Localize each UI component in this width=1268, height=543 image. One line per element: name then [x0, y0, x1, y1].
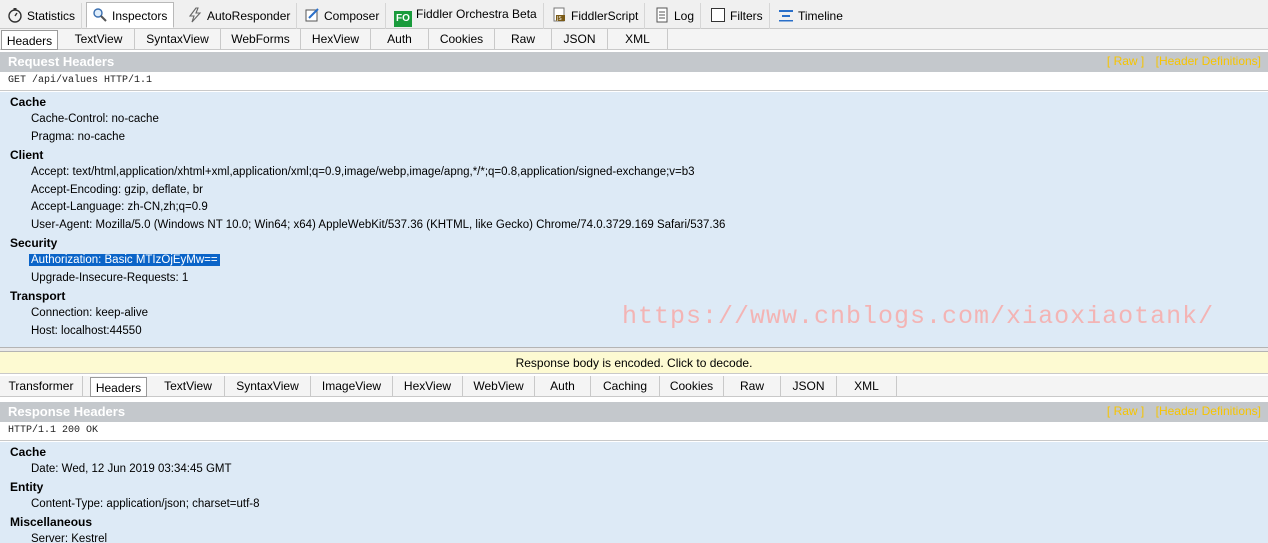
tab-filters-label: Filters [730, 9, 763, 23]
tab-fiddler-orchestra[interactable]: FO Fiddler Orchestra Beta [389, 3, 544, 29]
response-tab-caching[interactable]: Caching [591, 376, 660, 397]
tab-timeline-label: Timeline [798, 9, 843, 23]
header-item[interactable]: Accept-Encoding: gzip, deflate, br [31, 184, 203, 196]
header-item[interactable]: Host: localhost:44550 [31, 325, 142, 337]
response-tab-transformer[interactable]: Transformer [0, 376, 83, 397]
group-cache[interactable]: Cache [10, 445, 46, 459]
response-raw-link[interactable]: [ Raw ] [1107, 404, 1144, 418]
request-raw-link[interactable]: [ Raw ] [1107, 54, 1144, 68]
tab-statistics[interactable]: Statistics [2, 3, 83, 29]
svg-text:JS: JS [556, 16, 562, 22]
header-item[interactable]: Date: Wed, 12 Jun 2019 03:34:45 GMT [31, 463, 232, 475]
request-tab-raw[interactable]: Raw [495, 29, 552, 50]
tab-composer[interactable]: Composer [299, 3, 387, 29]
request-tab-bar: Headers TextView SyntaxView WebForms Hex… [0, 29, 1268, 50]
request-tab-textview[interactable]: TextView [63, 29, 135, 50]
response-tab-textview[interactable]: TextView [152, 376, 225, 397]
response-tab-headers[interactable]: Headers [90, 377, 147, 397]
request-tab-syntaxview[interactable]: SyntaxView [135, 29, 221, 50]
tab-composer-label: Composer [324, 9, 380, 23]
header-item[interactable]: Connection: keep-alive [31, 307, 148, 319]
tab-statistics-label: Statistics [27, 9, 76, 23]
request-tab-xml[interactable]: XML [608, 29, 668, 50]
response-tab-cookies[interactable]: Cookies [660, 376, 724, 397]
group-cache[interactable]: Cache [10, 95, 46, 109]
header-item[interactable]: User-Agent: Mozilla/5.0 (Windows NT 10.0… [31, 219, 725, 231]
request-headers-title-bar: Request Headers [ Raw ] [Header Definiti… [0, 52, 1268, 72]
header-item[interactable]: Server: Kestrel [31, 533, 107, 543]
response-tab-bar: Transformer Headers TextView SyntaxView … [0, 376, 1268, 397]
tab-log[interactable]: Log [649, 3, 702, 29]
group-transport[interactable]: Transport [10, 289, 65, 303]
header-item[interactable]: Content-Type: application/json; charset=… [31, 498, 260, 510]
response-headers-title: Response Headers [8, 404, 126, 419]
watermark-text: https://www.cnblogs.com/xiaoxiaotank/ [622, 302, 1215, 331]
request-tab-cookies[interactable]: Cookies [429, 29, 495, 50]
group-miscellaneous[interactable]: Miscellaneous [10, 515, 92, 529]
response-tab-webview[interactable]: WebView [463, 376, 535, 397]
tab-fiddlerscript[interactable]: JS FiddlerScript [546, 3, 646, 29]
tab-inspectors[interactable]: Inspectors [86, 2, 175, 28]
request-status-line: GET /api/values HTTP/1.1 [0, 72, 1268, 91]
request-headers-title: Request Headers [8, 54, 115, 69]
response-header-tree: Cache Date: Wed, 12 Jun 2019 03:34:45 GM… [0, 442, 1268, 543]
checkbox-icon [710, 7, 726, 23]
response-tab-hexview[interactable]: HexView [393, 376, 463, 397]
tab-filters[interactable]: Filters [705, 3, 770, 29]
group-entity[interactable]: Entity [10, 480, 43, 494]
request-tab-json[interactable]: JSON [552, 29, 608, 50]
header-item[interactable]: Accept: text/html,application/xhtml+xml,… [31, 166, 695, 178]
tab-timeline[interactable]: Timeline [773, 3, 849, 29]
fo-icon: FO [394, 11, 412, 27]
timeline-icon [778, 7, 794, 23]
tab-log-label: Log [674, 9, 695, 23]
tab-autoresponder[interactable]: AutoResponder [182, 3, 298, 29]
decode-notice-bar[interactable]: Response body is encoded. Click to decod… [0, 352, 1268, 374]
header-item[interactable]: Accept-Language: zh-CN,zh;q=0.9 [31, 201, 208, 213]
request-tab-webforms[interactable]: WebForms [221, 29, 301, 50]
stopwatch-icon [7, 7, 23, 23]
response-tab-syntaxview[interactable]: SyntaxView [225, 376, 311, 397]
pencil-icon [304, 7, 320, 23]
request-header-definitions-link[interactable]: [Header Definitions] [1156, 54, 1261, 68]
request-tab-auth[interactable]: Auth [371, 29, 429, 50]
response-status-line: HTTP/1.1 200 OK [0, 422, 1268, 441]
tab-fiddler-orchestra-label: Fiddler Orchestra Beta [416, 7, 537, 21]
request-tab-headers[interactable]: Headers [1, 30, 58, 50]
tab-autoresponder-label: AutoResponder [207, 9, 291, 23]
header-item-selected[interactable]: Authorization: Basic MTIzOjEyMw== [29, 254, 220, 266]
lightning-icon [187, 7, 203, 23]
tab-inspectors-label: Inspectors [112, 9, 168, 23]
response-headers-title-bar: Response Headers [ Raw ] [Header Definit… [0, 402, 1268, 422]
group-client[interactable]: Client [10, 148, 43, 162]
header-item[interactable]: Cache-Control: no-cache [31, 113, 159, 125]
response-tab-json[interactable]: JSON [781, 376, 837, 397]
response-tab-raw[interactable]: Raw [724, 376, 781, 397]
group-security[interactable]: Security [10, 236, 57, 250]
log-icon [654, 7, 670, 23]
main-tab-bar: Statistics Inspectors AutoResponder Comp… [0, 0, 1268, 29]
header-item[interactable]: Pragma: no-cache [31, 131, 125, 143]
response-header-definitions-link[interactable]: [Header Definitions] [1156, 404, 1261, 418]
header-item[interactable]: Upgrade-Insecure-Requests: 1 [31, 272, 188, 284]
response-tab-auth[interactable]: Auth [535, 376, 591, 397]
response-tab-imageview[interactable]: ImageView [311, 376, 393, 397]
tab-fiddlerscript-label: FiddlerScript [571, 9, 639, 23]
magnifier-icon [92, 7, 108, 23]
response-tab-xml[interactable]: XML [837, 376, 897, 397]
request-tab-hexview[interactable]: HexView [301, 29, 371, 50]
script-icon: JS [551, 7, 567, 23]
